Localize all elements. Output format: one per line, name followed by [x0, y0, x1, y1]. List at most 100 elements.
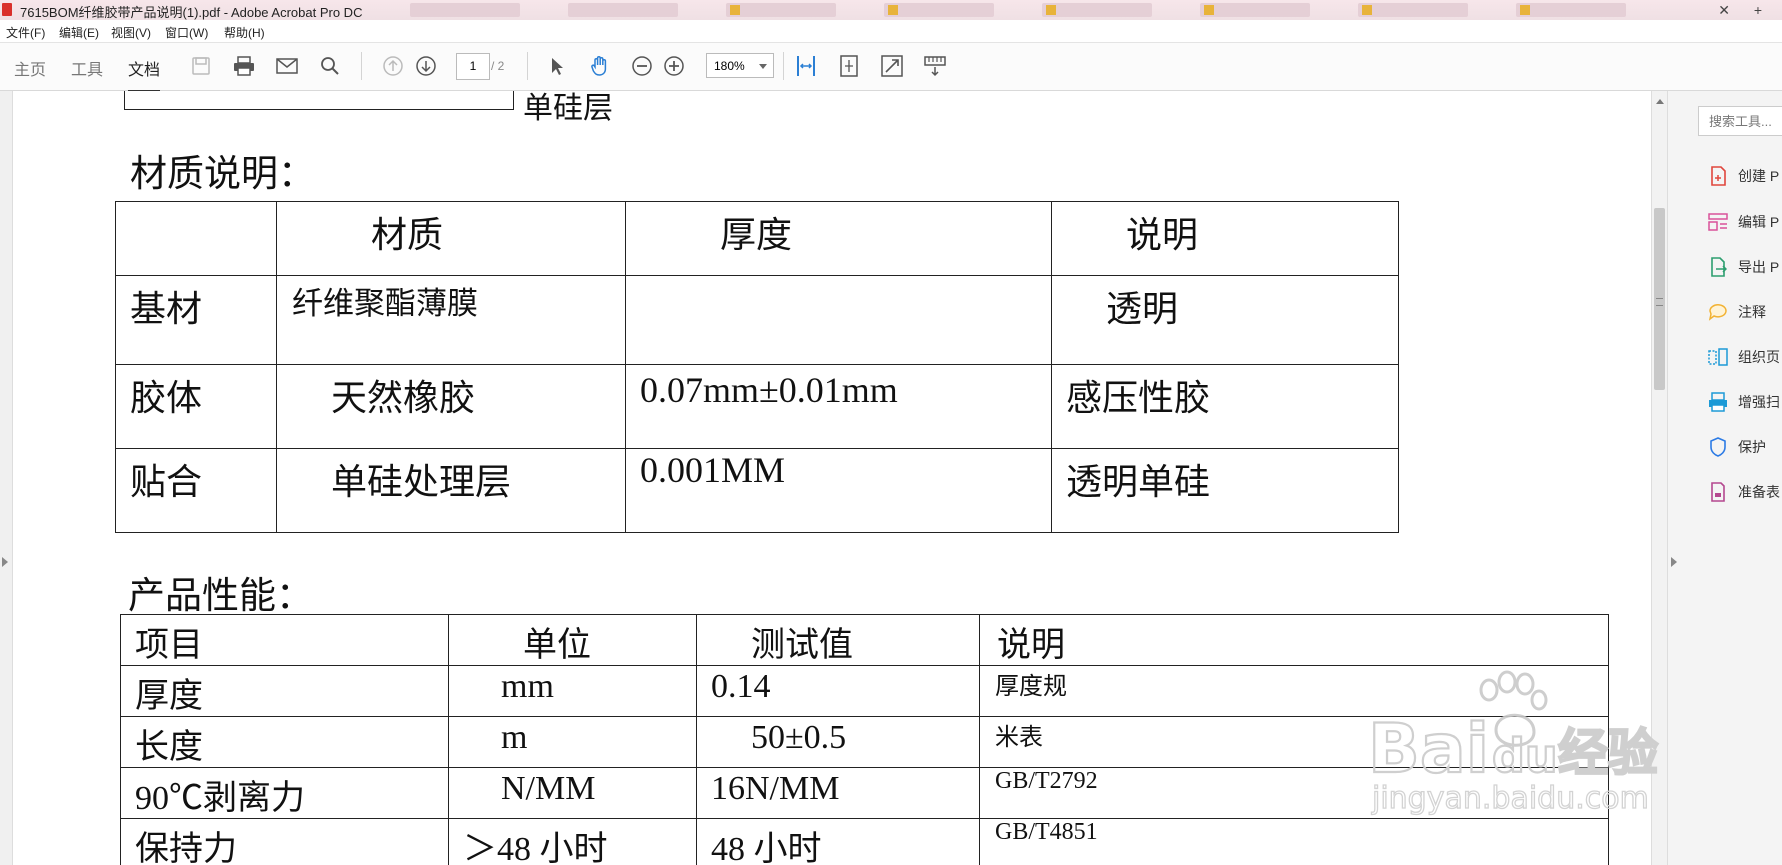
hand-tool-icon[interactable]	[587, 53, 613, 79]
table-cell: 厚度	[625, 201, 1052, 276]
window-controls[interactable]: ✕ +	[1718, 2, 1772, 19]
menu-file[interactable]: 文件(F)	[6, 24, 45, 41]
next-page-icon[interactable]	[413, 53, 439, 79]
table-cell: GB/T4851	[979, 818, 1609, 865]
chevron-down-icon	[759, 64, 767, 69]
table-cell	[625, 275, 1052, 365]
menu-bar: 文件(F) 编辑(E) 视图(V) 窗口(W) 帮助(H)	[0, 20, 1782, 43]
select-cursor-icon[interactable]	[544, 53, 570, 79]
create-pdf-icon	[1708, 166, 1728, 186]
search-icon[interactable]	[317, 53, 343, 79]
read-mode-icon[interactable]	[922, 53, 948, 79]
fit-page-icon[interactable]	[836, 53, 862, 79]
search-tools-input[interactable]: 搜索工具...	[1698, 106, 1782, 136]
table-cell: 厚度	[120, 665, 449, 717]
edit-pdf-icon	[1708, 212, 1728, 232]
previous-table-fragment	[124, 91, 514, 110]
previous-page-icon[interactable]	[380, 53, 406, 79]
acrobat-app-icon	[2, 3, 12, 16]
table-cell: 感压性胶	[1051, 364, 1399, 449]
menu-edit[interactable]: 编辑(E)	[59, 24, 99, 41]
table-row: 90℃剥离力 N/MM 16N/MM GB/T2792	[120, 767, 1609, 819]
table-cell: 单硅处理层	[276, 448, 626, 533]
taskbar-tab[interactable]	[568, 3, 678, 17]
page-number-input[interactable]: 1	[456, 53, 490, 80]
table-cell: 保持力	[120, 818, 449, 865]
comment-icon	[1708, 302, 1728, 322]
tool-create-pdf[interactable]: 创建 P	[1708, 164, 1779, 188]
table-cell: 厚度规	[979, 665, 1609, 717]
taskbar-tab[interactable]	[1358, 3, 1468, 17]
left-nav-collapsed-panel[interactable]	[0, 91, 13, 865]
tab-document[interactable]: 文档	[128, 56, 161, 93]
fit-width-icon[interactable]	[793, 53, 819, 79]
zoom-out-icon[interactable]	[629, 53, 655, 79]
table-cell: m	[448, 716, 697, 768]
collapse-right-pane-icon[interactable]	[1671, 557, 1677, 567]
table-row: 厚度 mm 0.14 厚度规	[120, 665, 1609, 717]
zoom-in-icon[interactable]	[661, 53, 687, 79]
table-cell: 贴合	[115, 448, 277, 533]
taskbar-tab[interactable]	[1200, 3, 1310, 17]
taskbar-tab[interactable]	[1042, 3, 1152, 17]
table-cell: 胶体	[115, 364, 277, 449]
expand-left-panel-icon[interactable]	[2, 557, 8, 567]
table-cell: 基材	[115, 275, 277, 365]
table-cell: 单位	[448, 614, 697, 666]
tab-home[interactable]: 主页	[14, 56, 46, 80]
tool-comment[interactable]: 注释	[1708, 300, 1766, 324]
performance-heading: 产品性能：	[128, 576, 313, 617]
organize-pages-icon	[1708, 347, 1728, 367]
taskbar-tab[interactable]	[410, 3, 520, 17]
table-row: 长度 m 50±0.5 米表	[120, 716, 1609, 768]
table-cell: 长度	[120, 716, 449, 768]
taskbar-tab[interactable]	[1516, 3, 1626, 17]
scrollbar-grip-icon	[1656, 298, 1663, 306]
title-bar: 7615BOM纤维胶带产品说明(1).pdf - Adobe Acrobat P…	[0, 0, 1782, 20]
tool-prepare-form[interactable]: 准备表	[1708, 480, 1780, 504]
page-total: / 2	[491, 59, 505, 73]
taskbar-tabs	[410, 3, 1710, 19]
tool-organize-pages[interactable]: 组织页	[1708, 345, 1780, 369]
header-description: 说明	[1126, 215, 1199, 255]
scroll-up-arrow-icon[interactable]	[1656, 99, 1664, 104]
top-fragment-text: 单硅层	[523, 92, 613, 125]
tool-protect[interactable]: 保护	[1708, 435, 1766, 459]
table-cell: 透明单硅	[1051, 448, 1399, 533]
protect-icon	[1708, 437, 1728, 457]
print-icon[interactable]	[231, 53, 257, 79]
taskbar-tab[interactable]	[726, 3, 836, 17]
taskbar-tab[interactable]	[884, 3, 994, 17]
tool-enhance-scans[interactable]: 增强扫	[1708, 390, 1780, 414]
main-toolbar: 主页 工具 文档 1 / 2 180%	[0, 43, 1782, 93]
tab-tools[interactable]: 工具	[71, 56, 103, 80]
table-row: 贴合 单硅处理层 0.001MM 透明单硅	[115, 448, 1399, 533]
tool-edit-pdf[interactable]: 编辑 P	[1708, 210, 1779, 234]
table-row: 材质 厚度 说明	[115, 201, 1399, 276]
tool-export-pdf[interactable]: 导出 P	[1708, 255, 1779, 279]
window-title: 7615BOM纤维胶带产品说明(1).pdf - Adobe Acrobat P…	[20, 5, 363, 20]
table-row: 胶体 天然橡胶 0.07mm±0.01mm 感压性胶	[115, 364, 1399, 449]
table-cell: GB/T2792	[979, 767, 1609, 819]
material-heading: 材质说明：	[130, 154, 315, 195]
table-row: 基材 纤维聚酯薄膜 透明	[115, 275, 1399, 365]
tools-pane: 搜索工具... 创建 P 编辑 P 导出 P 注释 组织页 增强扫 保护 准备表	[1667, 91, 1782, 865]
table-cell: 说明	[979, 614, 1609, 666]
menu-view[interactable]: 视图(V)	[111, 24, 151, 41]
email-icon[interactable]	[274, 53, 300, 79]
save-icon[interactable]	[188, 53, 214, 79]
menu-help[interactable]: 帮助(H)	[224, 24, 265, 41]
table-cell: 90℃剥离力	[120, 767, 449, 819]
vertical-scrollbar[interactable]	[1651, 91, 1668, 865]
table-cell: 0.14	[696, 665, 980, 717]
header-thickness: 厚度	[720, 215, 793, 255]
full-screen-icon[interactable]	[879, 53, 905, 79]
prepare-form-icon	[1708, 482, 1728, 502]
toolbar-divider	[783, 52, 784, 80]
table-cell: 材质	[276, 201, 626, 276]
table-cell: 0.07mm±0.01mm	[625, 364, 1052, 449]
menu-window[interactable]: 窗口(W)	[165, 24, 208, 41]
table-cell: 48 小时	[696, 818, 980, 865]
table-cell: 纤维聚酯薄膜	[276, 275, 626, 365]
zoom-level-select[interactable]: 180%	[706, 53, 774, 78]
